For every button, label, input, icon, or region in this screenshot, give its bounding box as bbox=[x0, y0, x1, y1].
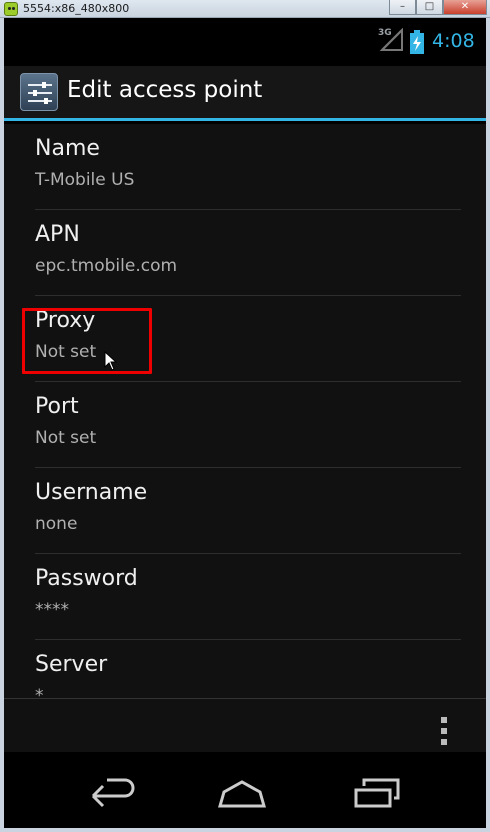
minimize-button[interactable]: – bbox=[389, 0, 416, 15]
pref-name[interactable]: Name T-Mobile US bbox=[4, 124, 486, 210]
pref-summary: T-Mobile US bbox=[35, 170, 135, 190]
overflow-menu-icon[interactable] bbox=[432, 717, 456, 745]
frame-right bbox=[486, 18, 490, 832]
pref-apn[interactable]: APN epc.tmobile.com bbox=[4, 210, 486, 296]
window-title: 5554:x86_480x800 bbox=[23, 2, 130, 15]
home-icon[interactable] bbox=[210, 766, 274, 814]
mouse-cursor-icon bbox=[104, 351, 118, 371]
pref-password[interactable]: Password **** bbox=[4, 554, 486, 640]
recents-icon[interactable] bbox=[344, 766, 408, 814]
navigation-bar bbox=[4, 752, 486, 828]
pref-title: APN bbox=[35, 222, 80, 247]
android-emulator-icon bbox=[4, 2, 18, 16]
pref-title: Port bbox=[35, 394, 79, 419]
pref-title: Password bbox=[35, 566, 138, 591]
status-bar: 3G 4:08 bbox=[4, 18, 486, 66]
close-button[interactable]: ✕ bbox=[443, 0, 487, 15]
action-bar: Edit access point bbox=[4, 66, 486, 121]
pref-summary: **** bbox=[35, 600, 69, 620]
proxy-highlight-box bbox=[22, 308, 152, 374]
settings-sliders-icon[interactable] bbox=[20, 73, 58, 111]
pref-summary: * bbox=[35, 686, 44, 698]
pref-server[interactable]: Server * bbox=[4, 640, 486, 698]
device-screen: 3G 4:08 Edit access point Name T-Mobile … bbox=[4, 18, 486, 828]
pref-title: Server bbox=[35, 652, 108, 677]
pref-port[interactable]: Port Not set bbox=[4, 382, 486, 468]
pref-summary: epc.tmobile.com bbox=[35, 256, 178, 276]
network-type-label: 3G bbox=[378, 28, 392, 38]
page-title: Edit access point bbox=[67, 77, 263, 103]
window-controls: – □ ✕ bbox=[389, 0, 487, 16]
battery-charging-icon bbox=[410, 30, 424, 54]
maximize-button[interactable]: □ bbox=[416, 0, 443, 15]
frame-bottom bbox=[0, 828, 490, 832]
pref-title: Username bbox=[35, 480, 148, 505]
pref-username[interactable]: Username none bbox=[4, 468, 486, 554]
options-bar bbox=[4, 698, 486, 752]
back-icon[interactable] bbox=[77, 766, 141, 814]
preference-list: Name T-Mobile US APN epc.tmobile.com Pro… bbox=[4, 124, 486, 698]
pref-summary: none bbox=[35, 514, 78, 534]
pref-summary: Not set bbox=[35, 428, 97, 448]
window-titlebar: 5554:x86_480x800 – □ ✕ bbox=[0, 0, 490, 18]
status-clock: 4:08 bbox=[432, 30, 475, 52]
pref-title: Name bbox=[35, 136, 100, 161]
